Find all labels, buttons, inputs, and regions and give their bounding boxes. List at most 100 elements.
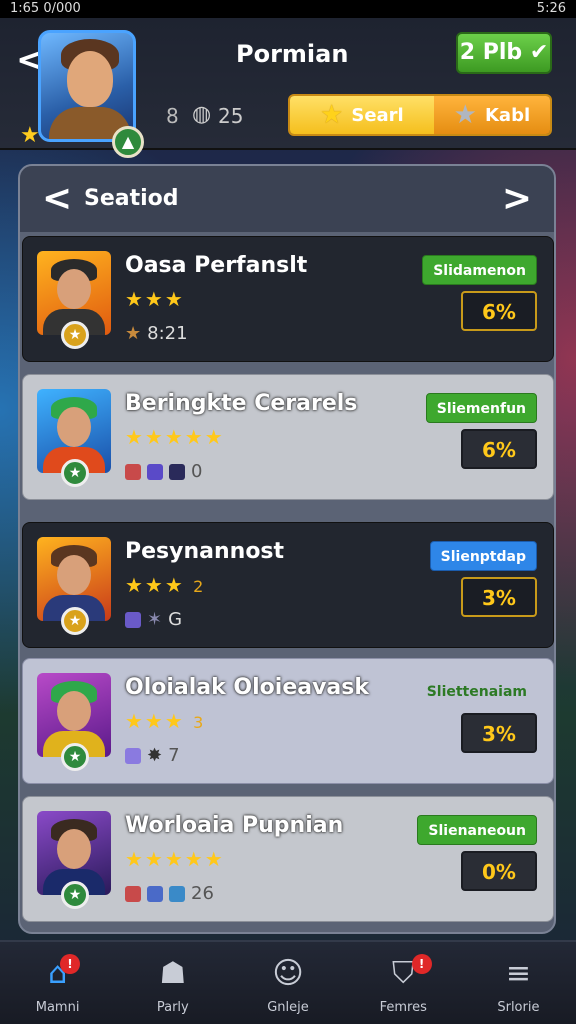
card-meta: 0: [125, 461, 202, 482]
profile-header: < ★ ▲ Pormian 8 ◍ 25 2 Plb ✔ ★ Searl ★ K…: [0, 18, 576, 158]
percent-value: 6%: [461, 429, 537, 469]
thumb-face: [57, 829, 91, 869]
percent-value: 6%: [461, 291, 537, 331]
sparkle-icon: ✶: [147, 609, 163, 630]
fox-icon: ☗: [159, 956, 187, 991]
card-name: Oloialak Oloieavask: [125, 675, 369, 700]
star-badge-icon: ★: [61, 881, 89, 909]
nav-label: Parly: [156, 1000, 189, 1015]
thumb-face: [57, 555, 91, 595]
player-level: 8: [166, 104, 179, 128]
status-badge: Slidamenon: [422, 255, 537, 285]
star-rating: ★★★: [125, 287, 185, 311]
list-item[interactable]: ★ Beringkte Cerarels ★★★★★ 0 Sliemenfun …: [22, 374, 554, 500]
ruby-icon: [125, 463, 141, 480]
star-icon: ★: [20, 123, 40, 148]
status-bar: 1:65 0/000 5:26: [0, 0, 576, 18]
avatar[interactable]: [38, 30, 136, 142]
nav-item-femres[interactable]: ⛉ ! Femres: [346, 942, 461, 1024]
stars-text: ★★★: [125, 573, 185, 597]
tab-group: ★ Searl ★ Kabl: [288, 94, 552, 136]
card-name: Pesynannost: [125, 539, 285, 564]
player-count: 25: [218, 104, 244, 128]
shield-icon: ⛉: [391, 956, 415, 991]
card-name: Oasa Perfanslt: [125, 253, 308, 278]
list-item[interactable]: ★ Worloaia Pupnian ★★★★★ 26 Slienaneoun …: [22, 796, 554, 922]
gem-icon: [147, 885, 163, 902]
tab-label: Searl: [351, 104, 404, 126]
list-item[interactable]: ★ Oasa Perfanslt ★★★ ★ 8:21 Slidamenon 6…: [22, 236, 554, 362]
list-item[interactable]: ★ Oloialak Oloieavask ★★★ 3 ✸ 7 Slietten…: [22, 658, 554, 784]
status-badge: Slienaneoun: [417, 815, 537, 845]
star-icon: ★: [453, 100, 477, 130]
list-item[interactable]: ★ Pesynannost ★★★ 2 ✶ G Slienptdap 3%: [22, 522, 554, 648]
percent-value: 3%: [461, 713, 537, 753]
thumb-face: [57, 269, 91, 309]
crystal-icon: [169, 885, 185, 902]
nav-label: Gnleje: [267, 1000, 309, 1015]
card-meta: 26: [125, 883, 214, 904]
card-name: Worloaia Pupnian: [125, 813, 344, 838]
menu-icon: ≡: [505, 956, 531, 991]
star-badge-icon: ★: [61, 321, 89, 349]
ruby-icon: [125, 885, 141, 902]
stars-extra: 3: [193, 713, 206, 732]
check-icon: ✔: [529, 40, 549, 65]
chevron-left-icon[interactable]: <: [42, 178, 72, 219]
section-panel: < Seatiod > ★ Oasa Perfanslt ★★★ ★ 8:21 …: [18, 164, 556, 934]
star-icon: ★: [320, 100, 344, 130]
nav-item-menu[interactable]: ≡ Srlorie: [461, 942, 576, 1024]
stars-extra: 2: [193, 577, 206, 596]
nav-label: Srlorie: [497, 1000, 540, 1015]
star-icon: ★: [125, 323, 142, 344]
nav-item-party[interactable]: ☗ Parly: [115, 942, 230, 1024]
shield-icon: ▲: [112, 126, 144, 158]
percent-value: 0%: [461, 851, 537, 891]
meta-text: 7: [168, 745, 180, 766]
chevron-right-icon[interactable]: >: [502, 178, 532, 219]
card-name: Beringkte Cerarels: [125, 391, 358, 416]
panel-title: Seatiod: [84, 186, 179, 211]
smiley-icon: ☺: [272, 956, 304, 991]
card-meta: ✸ 7: [125, 745, 180, 766]
thumb-face: [57, 691, 91, 731]
sparkle-icon: ✸: [147, 745, 163, 766]
star-badge-icon: ★: [61, 743, 89, 771]
notification-badge: !: [411, 954, 432, 974]
stars-text: ★★★: [125, 287, 185, 311]
notification-badge: !: [60, 954, 80, 974]
coins-button[interactable]: 2 Plb ✔: [456, 32, 552, 74]
coins-label: 2 Plb: [459, 40, 523, 65]
status-left: 1:65 0/000: [10, 1, 81, 16]
status-badge: Slienptdap: [429, 541, 537, 571]
star-rating: ★★★ 3: [125, 709, 205, 733]
status-time: 5:26: [536, 1, 566, 16]
card-meta: ★ 8:21: [125, 323, 188, 344]
percent-value: 3%: [461, 577, 537, 617]
gem-icon: [125, 747, 141, 764]
gem-icon: [125, 611, 141, 628]
star-badge-icon: ★: [61, 607, 89, 635]
tab-kabl[interactable]: ★ Kabl: [433, 96, 550, 134]
player-name: Pormian: [236, 40, 349, 68]
meta-text: G: [168, 609, 183, 630]
tab-searl[interactable]: ★ Searl: [290, 96, 434, 134]
nav-label: Femres: [379, 1000, 427, 1015]
star-rating: ★★★★★: [125, 847, 225, 871]
meta-text: 26: [191, 883, 214, 904]
status-badge: Sliettenaiam: [426, 684, 527, 700]
stars-text: ★★★★★: [125, 847, 225, 871]
meta-text: 8:21: [147, 323, 188, 344]
nav-label: Mamni: [35, 1000, 80, 1015]
star-badge-icon: ★: [61, 459, 89, 487]
nav-item-smile[interactable]: ☺ Gnleje: [230, 942, 345, 1024]
status-badge: Sliemenfun: [425, 393, 537, 423]
star-rating: ★★★ 2: [125, 573, 205, 597]
nav-item-home[interactable]: ⌂ ! Mamni: [0, 942, 115, 1024]
tab-label: Kabl: [484, 104, 531, 126]
key-icon: [169, 463, 185, 480]
bottom-nav: ⌂ ! Mamni ☗ Parly ☺ Gnleje ⛉ ! Femres ≡ …: [0, 940, 576, 1024]
star-rating: ★★★★★: [125, 425, 225, 449]
avatar-face: [67, 51, 113, 107]
gem-icon: [147, 463, 163, 480]
